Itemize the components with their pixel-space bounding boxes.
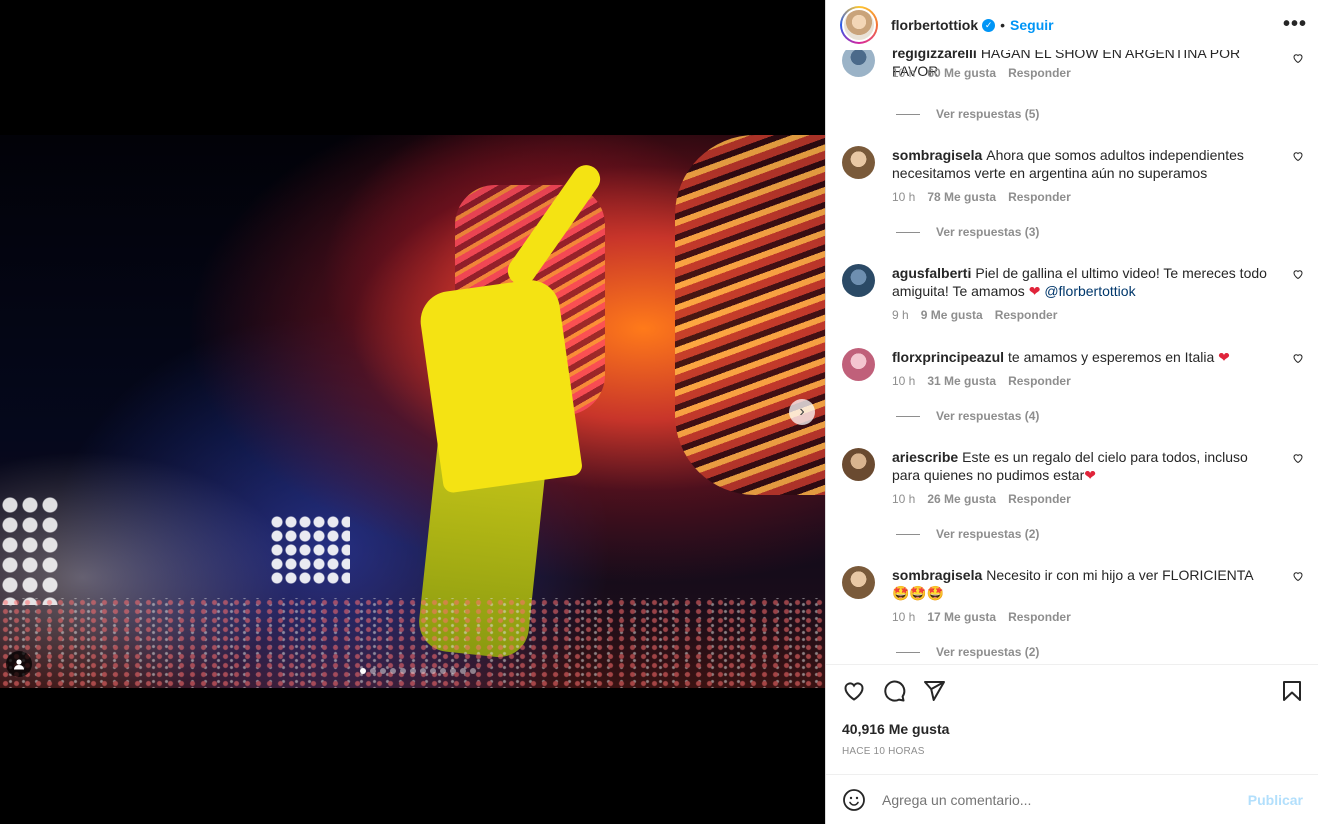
view-replies-button[interactable]: Ver respuestas (5) <box>896 107 1039 121</box>
commenter-avatar[interactable] <box>842 566 875 599</box>
heart-icon[interactable] <box>1292 570 1304 582</box>
post-side-panel: florbertottiok ✓ • Seguir ••• regigizzar… <box>825 0 1318 824</box>
star-eyes-emoji: 🤩🤩🤩 <box>892 585 945 601</box>
next-media-button[interactable]: › <box>789 399 815 425</box>
reply-button[interactable]: Responder <box>1008 374 1071 388</box>
comment-mention[interactable]: @florbertottiok <box>1044 283 1135 299</box>
reply-button[interactable]: Responder <box>1008 610 1071 624</box>
comment: florxprincipeazul te amamos y esperemos e… <box>842 348 1304 390</box>
reply-button[interactable]: Responder <box>1008 492 1071 506</box>
post-header: florbertottiok ✓ • Seguir ••• <box>826 0 1318 50</box>
comment-username[interactable]: regigizzarelli <box>892 50 977 61</box>
comment-username[interactable]: sombragisela <box>892 147 982 163</box>
user-icon <box>14 659 24 670</box>
comment: sombragisela Necesito ir con mi hijo a ve… <box>842 566 1304 626</box>
comment-meta: 10 h 26 Me gusta Responder <box>892 492 1071 506</box>
smiley-icon[interactable] <box>842 788 866 812</box>
commenter-avatar[interactable] <box>842 348 875 381</box>
post-actions: 40,916 Me gusta Hace 10 horas <box>826 664 1318 774</box>
reply-button[interactable]: Responder <box>995 308 1058 322</box>
commenter-avatar[interactable] <box>842 448 875 481</box>
verified-badge-icon: ✓ <box>982 18 996 32</box>
follow-button[interactable]: Seguir <box>1010 17 1054 33</box>
media-area: › <box>0 0 825 824</box>
comment: regigizzarelli HAGAN EL SHOW EN ARGENTINA… <box>842 50 1304 114</box>
comment-meta: 10 h 60 Me gusta Responder <box>892 66 1071 80</box>
author-username[interactable]: florbertottiok <box>891 17 978 33</box>
comment-likes[interactable]: 9 Me gusta <box>921 308 983 322</box>
post-modal: › florbertottiok ✓ • Seguir ••• regigizz… <box>0 0 1318 824</box>
red-heart-emoji: ❤ <box>1084 467 1096 483</box>
comment-likes[interactable]: 17 Me gusta <box>927 610 996 624</box>
carousel-indicator <box>360 668 476 674</box>
view-replies-button[interactable]: Ver respuestas (3) <box>896 225 1039 239</box>
comment: ariescribe Este es un regalo del cielo pa… <box>842 448 1304 508</box>
comment-time: 10 h <box>892 66 916 80</box>
save-button[interactable] <box>1280 679 1304 703</box>
reply-button[interactable]: Responder <box>1008 190 1071 204</box>
comment-meta: 10 h 31 Me gusta Responder <box>892 374 1071 388</box>
comment-text: Necesito ir con mi hijo a ver FLORICIENT… <box>986 567 1253 583</box>
post-comment-button[interactable]: Publicar <box>1248 792 1303 808</box>
tagged-users-button[interactable] <box>6 651 32 677</box>
author-avatar[interactable] <box>840 6 878 44</box>
view-replies-button[interactable]: Ver respuestas (2) <box>896 527 1039 541</box>
comment-likes[interactable]: 78 Me gusta <box>927 190 996 204</box>
comment-time: 9 h <box>892 308 909 322</box>
comment-time: 10 h <box>892 374 916 388</box>
commenter-avatar[interactable] <box>842 146 875 179</box>
comment: agusfalberti Piel de gallina el ultimo vi… <box>842 264 1304 324</box>
comments-list[interactable]: regigizzarelli HAGAN EL SHOW EN ARGENTINA… <box>826 50 1318 664</box>
red-heart-emoji: ❤ <box>1218 349 1230 365</box>
heart-icon <box>844 682 864 701</box>
comment-bubble-icon <box>884 680 906 702</box>
heart-icon[interactable] <box>1292 150 1304 162</box>
view-replies-button[interactable]: Ver respuestas (4) <box>896 409 1039 423</box>
comment-time: 10 h <box>892 610 916 624</box>
separator: • <box>1000 17 1006 33</box>
paper-plane-icon <box>924 681 945 701</box>
comment-text: te amamos y esperemos en Italia <box>1008 349 1219 365</box>
comment-username[interactable]: florxprincipeazul <box>892 349 1004 365</box>
heart-icon[interactable] <box>1292 352 1304 364</box>
like-button[interactable] <box>842 679 866 703</box>
heart-icon[interactable] <box>1292 452 1304 464</box>
comment-time: 10 h <box>892 492 916 506</box>
view-replies-button[interactable]: Ver respuestas (2) <box>896 645 1039 659</box>
comment-button[interactable] <box>882 679 906 703</box>
comment-input[interactable] <box>882 791 1248 808</box>
bookmark-icon <box>1283 681 1301 701</box>
comment-meta: 10 h 17 Me gusta Responder <box>892 610 1071 624</box>
comment: sombragisela Ahora que somos adultos inde… <box>842 146 1304 206</box>
more-options-icon[interactable]: ••• <box>1283 13 1307 36</box>
comment-username[interactable]: sombragisela <box>892 567 982 583</box>
likes-count[interactable]: 40,916 Me gusta <box>842 721 949 737</box>
add-comment-bar: Publicar <box>826 774 1318 824</box>
post-timestamp: Hace 10 horas <box>842 746 925 757</box>
comment-likes[interactable]: 60 Me gusta <box>927 66 996 80</box>
comment-username[interactable]: ariescribe <box>892 449 958 465</box>
commenter-avatar[interactable] <box>842 50 875 77</box>
comment-meta: 9 h 9 Me gusta Responder <box>892 308 1057 322</box>
heart-icon[interactable] <box>1292 268 1304 280</box>
reply-button[interactable]: Responder <box>1008 66 1071 80</box>
chevron-right-icon: › <box>799 403 805 420</box>
comment-time: 10 h <box>892 190 916 204</box>
comment-meta: 10 h 78 Me gusta Responder <box>892 190 1071 204</box>
comment-username[interactable]: agusfalberti <box>892 265 971 281</box>
heart-icon[interactable] <box>1292 52 1304 64</box>
share-button[interactable] <box>922 679 946 703</box>
commenter-avatar[interactable] <box>842 264 875 297</box>
post-photo[interactable]: › <box>0 135 825 688</box>
red-heart-emoji: ❤ <box>1028 283 1041 299</box>
comment-likes[interactable]: 31 Me gusta <box>927 374 996 388</box>
comment-likes[interactable]: 26 Me gusta <box>927 492 996 506</box>
